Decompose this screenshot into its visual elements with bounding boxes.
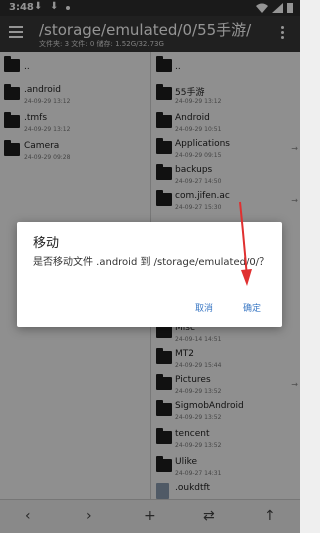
confirm-button[interactable]: 确定	[243, 301, 261, 314]
cancel-button[interactable]: 取消	[195, 301, 213, 314]
annotation-arrow-icon	[239, 201, 252, 286]
dialog-title: 移动	[33, 236, 60, 251]
